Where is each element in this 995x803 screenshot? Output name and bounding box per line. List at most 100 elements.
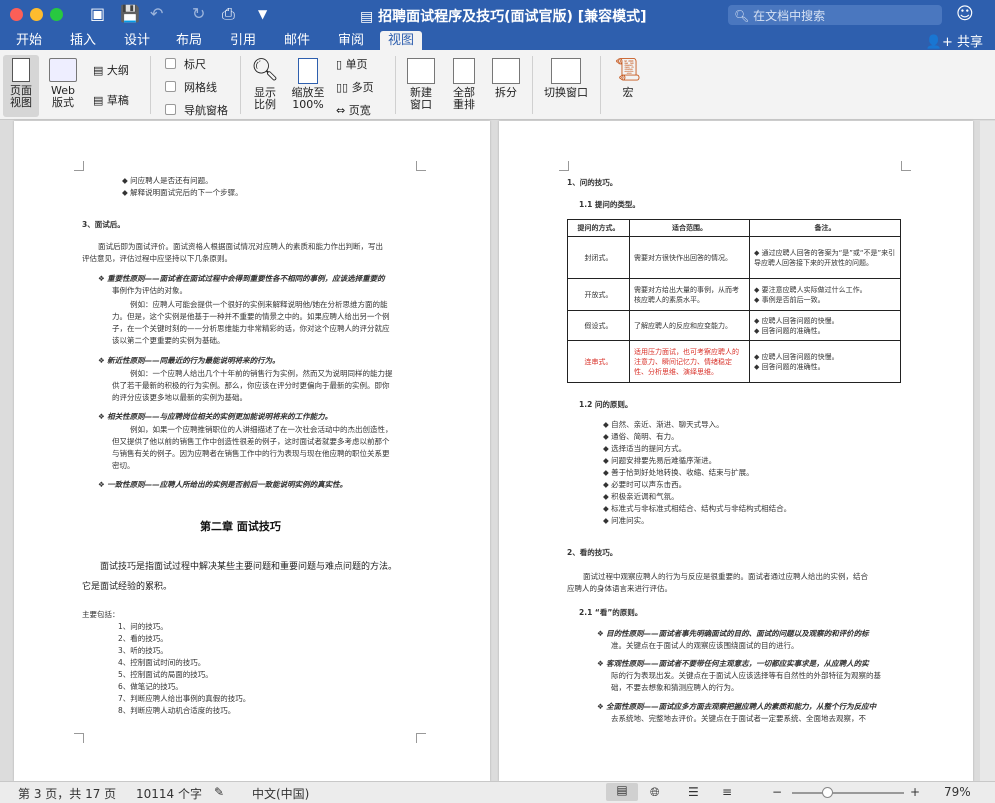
page-view-icon — [12, 58, 30, 82]
paragraph-line: 与销售有关的例子。因为应聘者在销售工作中的行为表现与现在他应聘的职位关系更 — [112, 449, 390, 458]
ruler-checkbox[interactable]: 标尺 — [165, 56, 206, 72]
table-cell-line: ◆ 应聘人回答问题的快慢。 — [754, 352, 839, 361]
new-window-button[interactable]: 新建 窗口 — [403, 58, 439, 111]
view-ribbon: 页面 视图 Web 版式 ▤ 大纲 ▤ 草稿 标尺 网格线 导航窗格 🔍︎ 显示… — [0, 50, 995, 120]
table-cell-line: ◆ 应聘人回答问题的快慢。 — [754, 316, 839, 325]
divider — [240, 56, 241, 114]
tab-insert[interactable]: 插入 — [62, 31, 104, 50]
tab-view[interactable]: 视图 — [380, 31, 423, 50]
zoom-level[interactable]: 79% — [944, 785, 971, 799]
outline-status-icon[interactable]: ☰ — [688, 785, 699, 799]
list-item: 6、做笔记的技巧。 — [118, 682, 183, 691]
paragraph-line: 密切。 — [112, 461, 135, 470]
subsection-heading: 1.1 提问的类型。 — [579, 200, 640, 209]
outline-button[interactable]: ▤ 大纲 — [93, 62, 129, 78]
table-row: 假设式。 了解应聘人的反应和应变能力。 ◆ 应聘人回答问题的快慢。 ◆ 回答问题的… — [567, 310, 901, 341]
smiley-feedback-icon[interactable]: ☺ — [956, 4, 974, 24]
tab-layout[interactable]: 布局 — [168, 31, 210, 50]
paragraph-line: ❖ 客观性原则——面试者不要带任何主观意志，一切都应实事求是，从应聘人的实 — [597, 659, 869, 668]
page-width-icon: ⇔ — [336, 104, 349, 117]
nav-pane-checkbox[interactable]: 导航窗格 — [165, 102, 228, 118]
print-icon[interactable]: ⎙ — [222, 4, 235, 24]
question-type-table: 提问的方式。 适合范围。 备注。 封闭式。 需要对方很快作出回答的情况。 ◆ 通… — [567, 219, 901, 383]
vertical-scrollbar[interactable] — [980, 121, 995, 781]
save-icon[interactable]: 💾 — [120, 4, 140, 23]
zoom-window-button[interactable] — [50, 8, 63, 21]
zoom-out-button[interactable]: − — [772, 785, 782, 799]
word-count[interactable]: 10114 个字 — [136, 785, 202, 802]
document-search-input[interactable]: 🔍︎ 在文档中搜索 — [728, 5, 942, 25]
document-page-right[interactable]: 1、问的技巧。 1.1 提问的类型。 提问的方式。 适合范围。 备注。 封闭式。… — [499, 121, 973, 781]
new-window-icon — [407, 58, 435, 84]
chapter-title: 第二章 面试技巧 — [200, 520, 281, 533]
document-page-left[interactable]: ◆ 问应聘人是否还有问题。 ◆ 解释说明面试完后的下一个步骤。 3、面试后。 面… — [14, 121, 490, 781]
split-button[interactable]: 拆分 — [488, 58, 524, 99]
paragraph-line: ❖ 重要性原则——面试者在面试过程中会得到重要性各不相同的事例，应该选择重要的 — [98, 274, 385, 283]
magnifier-icon: 🔍︎ — [251, 58, 279, 83]
tab-home[interactable]: 开始 — [8, 31, 50, 50]
list-item: 1、问的技巧。 — [118, 622, 168, 631]
draft-status-icon[interactable]: ≡ — [722, 785, 732, 799]
language-indicator[interactable]: 中文(中国) — [252, 785, 309, 802]
page-width-button[interactable]: ⇔ 页宽 — [336, 102, 371, 118]
proofing-icon[interactable]: ✎ — [214, 785, 224, 799]
customize-toolbar-icon[interactable]: ▼ — [258, 7, 267, 21]
multi-page-button[interactable]: ▯▯ 多页 — [336, 79, 374, 95]
zoom-in-button[interactable]: + — [910, 785, 920, 799]
list-item: 3、听的技巧。 — [118, 646, 168, 655]
list-item: 2、看的技巧。 — [118, 634, 168, 643]
page-count[interactable]: 第 3 页，共 17 页 — [18, 785, 116, 802]
outline-icon: ▤ — [93, 64, 107, 77]
paragraph-line: 去系统地、完整地去评价。关键点在于面试者一定要系统、全面地去观察，不 — [611, 714, 866, 723]
web-layout-button[interactable]: Web 版式 — [45, 58, 81, 109]
list-item: ◆ 问应聘人是否还有问题。 — [122, 176, 213, 185]
print-layout-icon[interactable]: ▤ — [606, 783, 638, 801]
multi-page-icon: ▯▯ — [336, 81, 352, 94]
list-item: 7、判断应聘人给出事例的真假的技巧。 — [118, 694, 251, 703]
section-heading: 2、看的技巧。 — [567, 548, 618, 557]
minimize-window-button[interactable] — [30, 8, 43, 21]
arrange-all-button[interactable]: 全部 重排 — [446, 58, 482, 111]
switch-window-button[interactable]: 切换窗口 — [540, 58, 592, 99]
close-window-button[interactable] — [10, 8, 23, 21]
tab-mailings[interactable]: 邮件 — [276, 31, 318, 50]
paragraph-line: 础，不要去想象和猜测应聘人的行为。 — [611, 683, 739, 692]
paragraph-line: 事例作为评估的对象。 — [112, 286, 187, 295]
list-item: ◆ 必要时可以声东击西。 — [603, 480, 687, 489]
macros-button[interactable]: 📜︎ 宏 — [610, 58, 646, 99]
paragraph-line: 例如，如果一个应聘推销职位的人讲细描述了在一次社会活动中的杰出创造性， — [130, 425, 393, 434]
paragraph-line: 准。关键点在于面试人的观察应该围绕面试的目的进行。 — [611, 641, 799, 650]
paragraph-line: 面试技巧是指面试过程中解决某些主要问题和重要问题与难点问题的方法。 — [100, 562, 398, 572]
switch-window-icon — [551, 58, 581, 84]
list-item: 8、判断应聘人动机合适度的技巧。 — [118, 706, 236, 715]
gridlines-checkbox[interactable]: 网格线 — [165, 79, 217, 95]
zoom-100-button[interactable]: 缩放至 100% — [288, 58, 328, 111]
scroll-icon: 📜︎ — [614, 58, 642, 83]
table-cell-line: ◆ 事例是否前后一致。 — [754, 295, 825, 304]
paragraph-line: 面试后即为面试评价。面试资格人根据面试情况对应聘人的素质和能力作出判断，写出 — [98, 242, 383, 251]
tab-design[interactable]: 设计 — [116, 31, 158, 50]
show-ratio-button[interactable]: 🔍︎ 显示 比例 — [248, 58, 282, 111]
tab-review[interactable]: 审阅 — [330, 31, 372, 50]
redo-icon[interactable]: ↻ — [192, 4, 205, 23]
paragraph-line: 际的行为表现出发。关键点在于面试人应该选择等有自然性的外部特征为观察的基 — [611, 671, 881, 680]
zoom-slider-thumb[interactable] — [822, 787, 833, 798]
table-cell-line: ◆ 回答问题的准确性。 — [754, 326, 825, 335]
list-item: ◆ 解释说明面试完后的下一个步骤。 — [122, 188, 243, 197]
one-page-button[interactable]: ▯ 单页 — [336, 56, 368, 72]
draft-button[interactable]: ▤ 草稿 — [93, 92, 129, 108]
page-view-button[interactable]: 页面 视图 — [3, 55, 39, 117]
paragraph-line: 例如：应聘人可能会提供一个很好的实例来解释说明他/她在分析思维方面的能 — [130, 300, 388, 309]
table-row: 封闭式。 需要对方很快作出回答的情况。 ◆ 通过应聘人回答的答案为“是”或“不是… — [567, 236, 901, 279]
paragraph-line: 力。但是，这个实例是他基于一种并不重要的情景之中的。如果应聘人给出另一个例 — [112, 312, 390, 321]
title-bar: ▣ 💾 ↶ ↻ ⎙ ▼ ▤ 招聘面试程序及技巧(面试官版) [兼容模式] 🔍︎ … — [0, 0, 995, 30]
share-button[interactable]: 👤+ 共享 — [926, 31, 983, 50]
sidebar-toggle-icon[interactable]: ▣ — [90, 4, 105, 23]
window-title: ▤ 招聘面试程序及技巧(面试官版) [兼容模式] — [360, 9, 647, 25]
tab-references[interactable]: 引用 — [222, 31, 264, 50]
zoom-slider-track[interactable] — [792, 792, 904, 794]
undo-icon[interactable]: ↶ — [150, 4, 163, 23]
paragraph-line: 该以第二个更重要的实例为基础。 — [112, 336, 225, 345]
add-person-icon: 👤+ — [925, 35, 957, 50]
web-layout-status-icon[interactable]: 🌐︎ — [650, 785, 660, 800]
